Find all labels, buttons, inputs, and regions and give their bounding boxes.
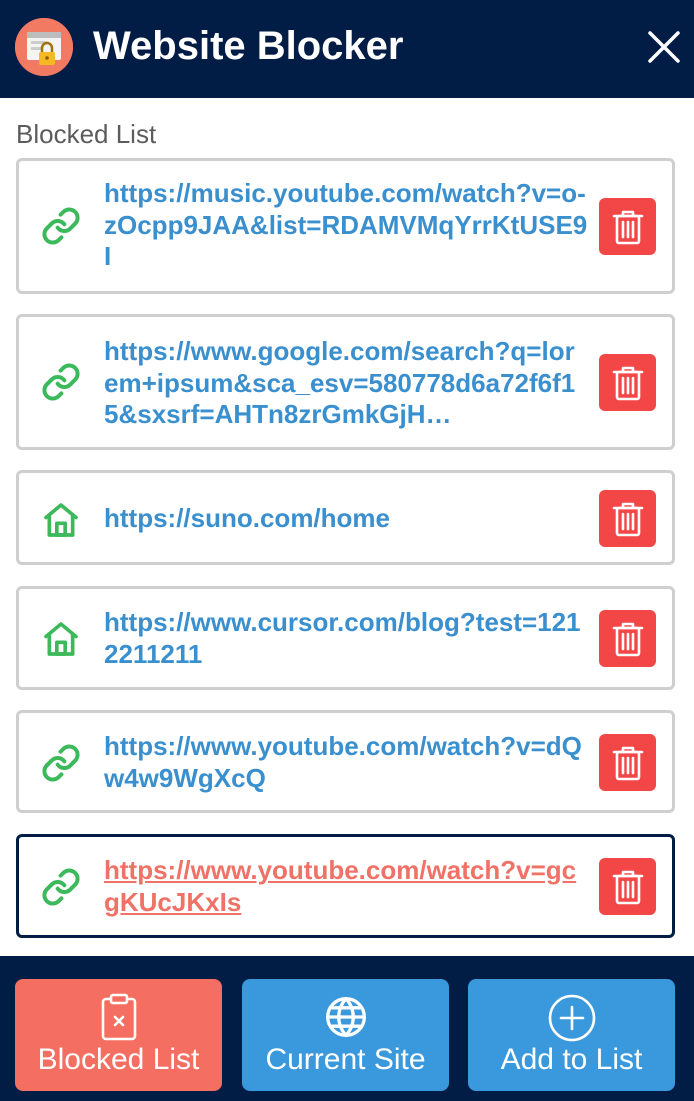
trash-icon — [612, 210, 643, 244]
nav-label: Add to List — [500, 1043, 643, 1076]
list-item: https://music.youtube.com/watch?v=o-zOcp… — [16, 158, 675, 294]
close-icon[interactable] — [644, 27, 684, 67]
list-item: https://www.youtube.com/watch?v=dQw4w9Wg… — [16, 710, 675, 813]
app-title: Website Blocker — [93, 24, 404, 68]
trash-icon — [612, 622, 643, 656]
delete-button[interactable] — [599, 734, 656, 791]
delete-button[interactable] — [599, 198, 656, 255]
blocked-url-link[interactable]: https://www.google.com/search?q=lorem+ip… — [104, 336, 589, 431]
blocked-url-link[interactable]: https://www.youtube.com/watch?v=dQw4w9Wg… — [104, 731, 589, 794]
delete-button[interactable] — [599, 610, 656, 667]
nav-label: Blocked List — [37, 1043, 200, 1076]
nav-current-site-button[interactable]: Current Site — [242, 979, 449, 1091]
blocked-url-link[interactable]: https://suno.com/home — [104, 503, 589, 535]
list-item: https://www.youtube.com/watch?v=gcgKUcJK… — [16, 834, 675, 938]
list-item: https://www.google.com/search?q=lorem+ip… — [16, 314, 675, 450]
nav-label: Current Site — [265, 1043, 426, 1076]
list-item: https://www.cursor.com/blog?test=1212211… — [16, 586, 675, 690]
trash-icon — [612, 366, 643, 400]
link-icon — [41, 867, 81, 907]
list-item: https://suno.com/home — [16, 470, 675, 565]
link-icon — [41, 206, 81, 246]
home-icon — [41, 619, 81, 659]
blocked-url-link[interactable]: https://www.cursor.com/blog?test=1212211… — [104, 607, 589, 670]
app-header: Website Blocker — [0, 0, 694, 98]
trash-icon — [612, 746, 643, 780]
lock-window-icon — [15, 18, 73, 76]
delete-button[interactable] — [599, 858, 656, 915]
home-icon — [41, 500, 81, 540]
clipboard-x-icon — [99, 993, 139, 1046]
trash-icon — [612, 870, 643, 904]
blocked-url-link[interactable]: https://www.youtube.com/watch?v=gcgKUcJK… — [104, 855, 589, 918]
plus-circle-icon — [547, 993, 597, 1048]
link-icon — [41, 743, 81, 783]
section-title: Blocked List — [16, 119, 157, 149]
blocked-url-link[interactable]: https://music.youtube.com/watch?v=o-zOcp… — [104, 178, 589, 273]
nav-add-to-list-button[interactable]: Add to List — [468, 979, 675, 1091]
trash-icon — [612, 502, 643, 536]
nav-blocked-list-button[interactable]: Blocked List — [15, 979, 222, 1091]
delete-button[interactable] — [599, 354, 656, 411]
globe-icon — [324, 993, 368, 1044]
link-icon — [41, 362, 81, 402]
delete-button[interactable] — [599, 490, 656, 547]
